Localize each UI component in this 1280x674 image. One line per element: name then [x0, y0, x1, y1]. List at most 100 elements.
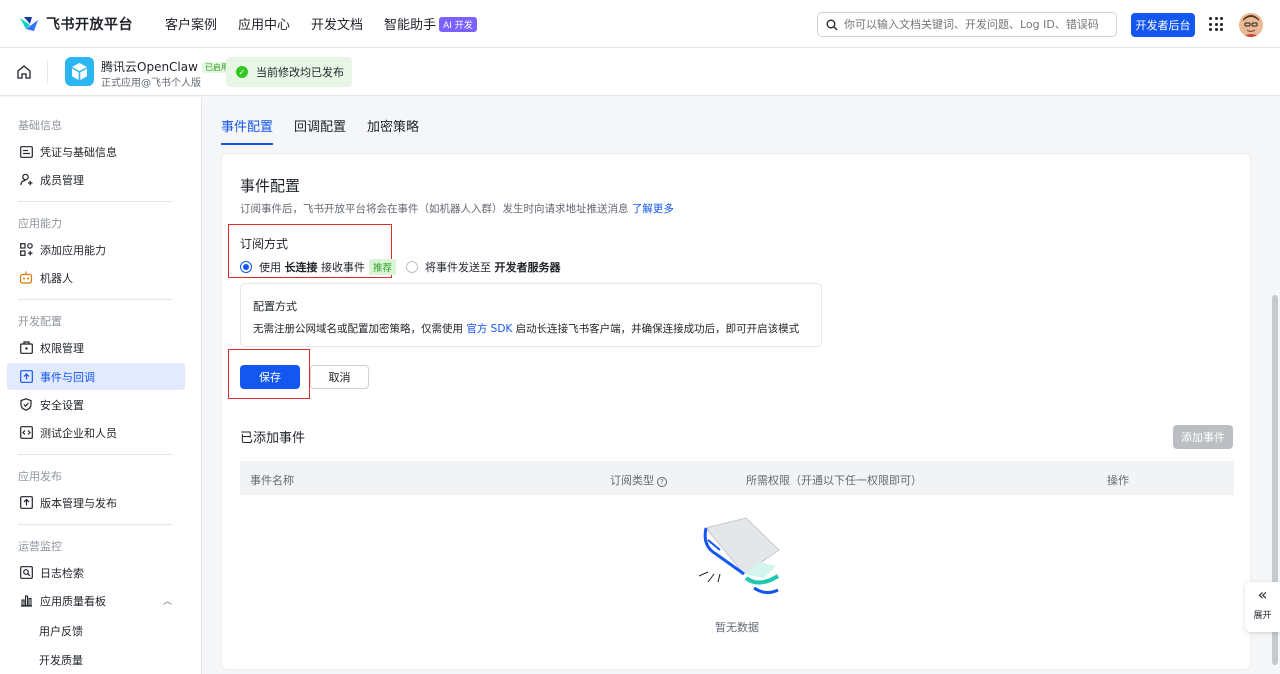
- avatar[interactable]: [1239, 13, 1263, 37]
- user-add-icon: [19, 173, 33, 187]
- column-header: 所需权限（开通以下任一权限即可）: [746, 474, 922, 487]
- code-box-icon: [19, 426, 33, 440]
- tab-encryption[interactable]: 加密策略: [367, 116, 419, 145]
- events-table-header: 事件名称 订阅类型? 所需权限（开通以下任一权限即可） 操作: [240, 461, 1234, 495]
- save-button[interactable]: 保存: [240, 365, 300, 389]
- nav-app-center[interactable]: 应用中心: [238, 14, 290, 33]
- option-prefix: 将事件发送至: [425, 261, 491, 274]
- sidebar-item-label: 应用质量看板: [40, 594, 106, 608]
- event-box-icon: [19, 370, 33, 384]
- learn-more-link[interactable]: 了解更多: [632, 203, 674, 215]
- search-box[interactable]: [817, 12, 1117, 37]
- nav-customer-cases[interactable]: 客户案例: [165, 14, 217, 33]
- sidebar-item-label: 安全设置: [40, 398, 84, 412]
- home-icon[interactable]: [16, 64, 32, 80]
- sidebar-item-test-tenants[interactable]: 测试企业和人员: [7, 419, 185, 446]
- app-bar: 腾讯云OpenClaw 已启用 正式应用@飞书个人版 ✓ 当前修改均已发布: [0, 48, 1280, 96]
- option-suffix: 接收事件: [321, 261, 365, 274]
- expand-label: 展开: [1253, 611, 1272, 621]
- tab-event-config[interactable]: 事件配置: [221, 116, 274, 145]
- divider: [18, 201, 173, 202]
- ai-badge: AI 开发: [439, 17, 477, 32]
- nav-ai-assistant[interactable]: 智能助手 AI 开发: [384, 14, 477, 33]
- sidebar-group-basic: 基础信息: [18, 119, 62, 132]
- apps-grid-icon[interactable]: [1209, 17, 1223, 31]
- dev-console-button[interactable]: 开发者后台: [1131, 13, 1195, 37]
- config-info-box: 配置方式 无需注册公网域名或配置加密策略，仅需使用 官方 SDK 启动长连接飞书…: [240, 283, 822, 347]
- expand-panel-button[interactable]: « 展开: [1245, 582, 1280, 632]
- divider: [47, 61, 48, 83]
- app-name-label: 腾讯云OpenClaw: [101, 60, 198, 74]
- sidebar-item-label: 成员管理: [40, 173, 84, 187]
- sidebar-item-versions[interactable]: 版本管理与发布: [7, 489, 185, 516]
- brand-logo[interactable]: 飞书开放平台: [18, 14, 133, 34]
- sidebar-group-capabilities: 应用能力: [18, 217, 62, 230]
- grid-plus-icon: [19, 243, 33, 257]
- sidebar-item-label: 日志检索: [40, 566, 84, 580]
- column-header: 订阅类型: [610, 474, 654, 487]
- radio-long-connection[interactable]: 使用 长连接 接收事件 推荐: [240, 259, 397, 275]
- sidebar-item-label: 凭证与基础信息: [40, 145, 117, 159]
- sidebar-item-events-callbacks[interactable]: 事件与回调: [7, 363, 185, 390]
- cancel-button[interactable]: 取消: [310, 365, 369, 389]
- sidebar-group-release: 应用发布: [18, 470, 62, 483]
- option-bold: 开发者服务器: [494, 261, 561, 274]
- recommend-badge: 推荐: [369, 259, 397, 275]
- bar-chart-icon: [19, 594, 33, 608]
- sidebar-item-security[interactable]: 安全设置: [7, 391, 185, 418]
- sidebar-item-quality-board[interactable]: 应用质量看板: [7, 587, 185, 614]
- sidebar-subitem-feedback[interactable]: 用户反馈: [39, 623, 83, 639]
- sidebar-item-permissions[interactable]: 权限管理: [7, 334, 185, 361]
- app-name: 腾讯云OpenClaw 已启用: [101, 58, 232, 75]
- column-header: 操作: [1107, 474, 1129, 487]
- radio-selected-icon: [240, 261, 252, 273]
- section-description: 订阅事件后，飞书开放平台将会在事件（如机器人入群）发生时向请求地址推送消息 了解…: [240, 201, 674, 216]
- chevron-up-icon[interactable]: ︿: [163, 594, 172, 607]
- subscription-method-label: 订阅方式: [240, 237, 289, 251]
- column-header-subscription-type: 订阅类型?: [610, 472, 667, 488]
- sidebar-item-label: 版本管理与发布: [40, 496, 117, 510]
- sdk-link[interactable]: 官方 SDK: [466, 323, 512, 335]
- lock-box-icon: [19, 341, 33, 355]
- cube-icon: [72, 63, 87, 80]
- sidebar-item-add-capability[interactable]: 添加应用能力: [7, 236, 185, 263]
- log-search-icon: [19, 566, 33, 580]
- sidebar-group-dev-config: 开发配置: [18, 315, 62, 328]
- sidebar-item-label: 测试企业和人员: [40, 426, 117, 440]
- radio-developer-server[interactable]: 将事件发送至 开发者服务器: [406, 259, 561, 275]
- publish-status-banner: ✓ 当前修改均已发布: [226, 57, 352, 87]
- robot-icon: [19, 271, 33, 285]
- check-circle-icon: ✓: [236, 66, 248, 78]
- divider: [18, 454, 173, 455]
- nav-ai-assistant-label: 智能助手: [384, 18, 437, 33]
- sidebar-item-bot[interactable]: 机器人: [7, 264, 185, 291]
- divider: [18, 299, 173, 300]
- radio-unselected-icon: [406, 261, 418, 273]
- config-text-part1: 无需注册公网域名或配置加密策略，仅需使用: [253, 323, 463, 335]
- sidebar-item-log-search[interactable]: 日志检索: [7, 559, 185, 586]
- double-chevron-left-icon: «: [1257, 585, 1268, 604]
- tab-callback-config[interactable]: 回调配置: [294, 116, 346, 145]
- column-header: 事件名称: [250, 474, 294, 487]
- section-title: 事件配置: [240, 177, 301, 195]
- sidebar-item-credentials[interactable]: 凭证与基础信息: [7, 138, 185, 165]
- sidebar-group-operations: 运营监控: [18, 540, 62, 553]
- sidebar-subitem-dev-quality[interactable]: 开发质量: [39, 652, 83, 668]
- help-icon[interactable]: ?: [657, 477, 667, 487]
- nav-dev-docs[interactable]: 开发文档: [311, 14, 363, 33]
- search-icon: [826, 19, 838, 30]
- option-prefix: 使用: [259, 261, 281, 274]
- description-text: 订阅事件后，飞书开放平台将会在事件（如机器人入群）发生时向请求地址推送消息: [240, 203, 629, 215]
- sidebar-item-members[interactable]: 成员管理: [7, 166, 185, 193]
- top-navbar: 飞书开放平台 客户案例 应用中心 开发文档 智能助手AI 开发 开发者后台: [0, 0, 1280, 48]
- main-nav: 客户案例 应用中心 开发文档 智能助手 AI 开发: [165, 14, 498, 33]
- sidebar-item-label: 添加应用能力: [40, 243, 106, 257]
- event-config-card: 事件配置 订阅事件后，飞书开放平台将会在事件（如机器人入群）发生时向请求地址推送…: [221, 153, 1251, 670]
- search-input[interactable]: [844, 18, 1114, 31]
- add-event-button[interactable]: 添加事件: [1173, 425, 1233, 449]
- empty-state-icon: [698, 517, 780, 595]
- divider: [18, 524, 173, 525]
- upload-box-icon: [19, 496, 33, 510]
- config-text: 无需注册公网域名或配置加密策略，仅需使用 官方 SDK 启动长连接飞书客户端，并…: [253, 321, 799, 336]
- feishu-logo-icon: [20, 16, 38, 31]
